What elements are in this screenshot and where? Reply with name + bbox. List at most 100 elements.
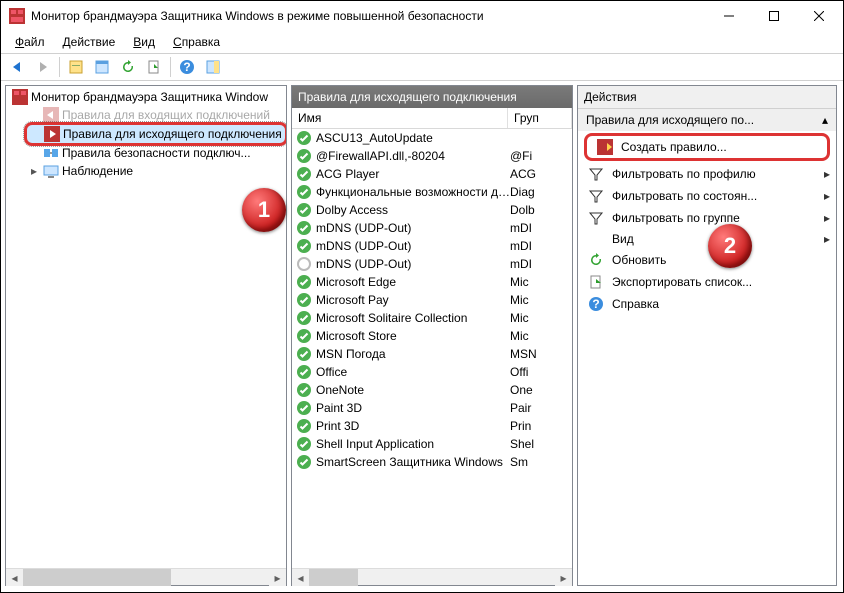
rule-row[interactable]: Функциональные возможности для по...Diag [292, 183, 572, 201]
rule-name: Dolby Access [316, 203, 510, 217]
tree-connection-security[interactable]: Правила безопасности подключ... [26, 144, 286, 162]
allowed-icon [296, 184, 312, 200]
rule-row[interactable]: ASCU13_AutoUpdate [292, 129, 572, 147]
rule-name: Office [316, 365, 510, 379]
rule-name: Microsoft Edge [316, 275, 510, 289]
rule-row[interactable]: Microsoft StoreMic [292, 327, 572, 345]
submenu-arrow-icon: ▸ [824, 232, 830, 246]
allowed-icon [296, 364, 312, 380]
collapse-icon[interactable]: ▴ [822, 113, 828, 127]
action-view-label: Вид [612, 232, 634, 246]
filter-icon [588, 210, 604, 226]
tree-root[interactable]: Монитор брандмауэра Защитника Window [10, 88, 286, 106]
firewall-icon [12, 89, 28, 105]
action-help[interactable]: ? Справка [578, 293, 836, 315]
show-tree-button[interactable] [64, 55, 88, 79]
rule-name: SmartScreen Защитника Windows [316, 455, 510, 469]
menu-file[interactable]: ФФайлайл [7, 33, 53, 51]
scroll-right-icon[interactable]: ▸ [555, 569, 572, 586]
rule-row[interactable]: mDNS (UDP-Out)mDI [292, 255, 572, 273]
refresh-button[interactable] [116, 55, 140, 79]
tree-root-label: Монитор брандмауэра Защитника Window [31, 90, 268, 104]
rules-scrollbar[interactable]: ◂ ▸ [292, 568, 572, 585]
action-filter-state[interactable]: Фильтровать по состоян... ▸ [578, 185, 836, 207]
scroll-right-icon[interactable]: ▸ [269, 569, 286, 586]
help-button[interactable]: ? [175, 55, 199, 79]
rule-row[interactable]: OfficeOffi [292, 363, 572, 381]
minimize-button[interactable] [706, 2, 751, 30]
rule-group: Mic [510, 293, 572, 307]
rule-row[interactable]: OneNoteOne [292, 381, 572, 399]
rule-name: ASCU13_AutoUpdate [316, 131, 510, 145]
rule-row[interactable]: Microsoft Solitaire CollectionMic [292, 309, 572, 327]
rule-row[interactable]: Paint 3DPair [292, 399, 572, 417]
inbound-icon [43, 107, 59, 123]
properties-button[interactable] [90, 55, 114, 79]
rule-name: Microsoft Solitaire Collection [316, 311, 510, 325]
scroll-left-icon[interactable]: ◂ [292, 569, 309, 586]
action-filter-state-label: Фильтровать по состоян... [612, 189, 757, 203]
rule-group: Mic [510, 329, 572, 343]
action-filter-group[interactable]: Фильтровать по группе ▸ [578, 207, 836, 229]
chevron-right-icon[interactable]: ▸ [28, 164, 40, 178]
export-button[interactable] [142, 55, 166, 79]
action-view[interactable]: Вид ▸ [578, 229, 836, 249]
submenu-arrow-icon: ▸ [824, 211, 830, 225]
tree-monitoring[interactable]: ▸ Наблюдение [26, 162, 286, 180]
tree-inbound[interactable]: Правила для входящих подключений [26, 106, 286, 124]
allowed-icon [296, 328, 312, 344]
rule-group: Pair [510, 401, 572, 415]
annotation-badge-1: 1 [242, 188, 286, 232]
rule-group: mDI [510, 257, 572, 271]
column-group[interactable]: Груп [508, 108, 572, 128]
rule-row[interactable]: mDNS (UDP-Out)mDI [292, 237, 572, 255]
rule-row[interactable]: Print 3DPrin [292, 417, 572, 435]
rule-row[interactable]: Microsoft EdgeMic [292, 273, 572, 291]
tree-scrollbar[interactable]: ◂ ▸ [6, 568, 286, 585]
menu-view[interactable]: Вид [125, 33, 163, 51]
rule-row[interactable]: SmartScreen Защитника WindowsSm [292, 453, 572, 471]
action-filter-profile[interactable]: Фильтровать по профилю ▸ [578, 163, 836, 185]
rule-row[interactable]: ACG PlayerACG [292, 165, 572, 183]
refresh-icon [588, 252, 604, 268]
content-area: Монитор брандмауэра Защитника Window Пра… [1, 81, 843, 592]
rule-row[interactable]: Microsoft PayMic [292, 291, 572, 309]
tree-outbound[interactable]: Правила для исходящего подключения [24, 122, 286, 146]
back-button[interactable] [5, 55, 29, 79]
allowed-icon [296, 346, 312, 362]
rule-row[interactable]: Dolby AccessDolb [292, 201, 572, 219]
forward-button[interactable] [31, 55, 55, 79]
tree-pane: Монитор брандмауэра Защитника Window Пра… [5, 85, 287, 586]
rule-row[interactable]: MSN ПогодаMSN [292, 345, 572, 363]
action-export[interactable]: Экспортировать список... [578, 271, 836, 293]
rule-name: Microsoft Store [316, 329, 510, 343]
allowed-icon [296, 274, 312, 290]
action-create-rule[interactable]: Создать правило... [587, 136, 827, 158]
column-name[interactable]: Имя [292, 108, 508, 128]
rule-row[interactable]: Shell Input ApplicationShel [292, 435, 572, 453]
close-button[interactable] [796, 2, 841, 30]
action-refresh[interactable]: Обновить [578, 249, 836, 271]
allowed-icon [296, 202, 312, 218]
action-help-label: Справка [612, 297, 659, 311]
actions-pane-button[interactable] [201, 55, 225, 79]
menubar: ФФайлайл Действие Вид Справка [1, 31, 843, 53]
rule-group: Mic [510, 275, 572, 289]
actions-section: Правила для исходящего по... ▴ [578, 109, 836, 131]
rule-row[interactable]: mDNS (UDP-Out)mDI [292, 219, 572, 237]
allowed-icon [296, 310, 312, 326]
connection-security-icon [43, 145, 59, 161]
scroll-left-icon[interactable]: ◂ [6, 569, 23, 586]
menu-help[interactable]: Справка [165, 33, 228, 51]
action-create-label: Создать правило... [621, 140, 727, 154]
allowed-icon [296, 220, 312, 236]
rules-header-label: Правила для исходящего подключения [298, 90, 517, 104]
titlebar: Монитор брандмауэра Защитника Windows в … [1, 1, 843, 31]
rule-row[interactable]: @FirewallAPI.dll,-80204@Fi [292, 147, 572, 165]
submenu-arrow-icon: ▸ [824, 189, 830, 203]
menu-action[interactable]: Действие [55, 33, 124, 51]
action-refresh-label: Обновить [612, 253, 666, 267]
rule-group: ACG [510, 167, 572, 181]
maximize-button[interactable] [751, 2, 796, 30]
rules-header: Правила для исходящего подключения [292, 86, 572, 108]
